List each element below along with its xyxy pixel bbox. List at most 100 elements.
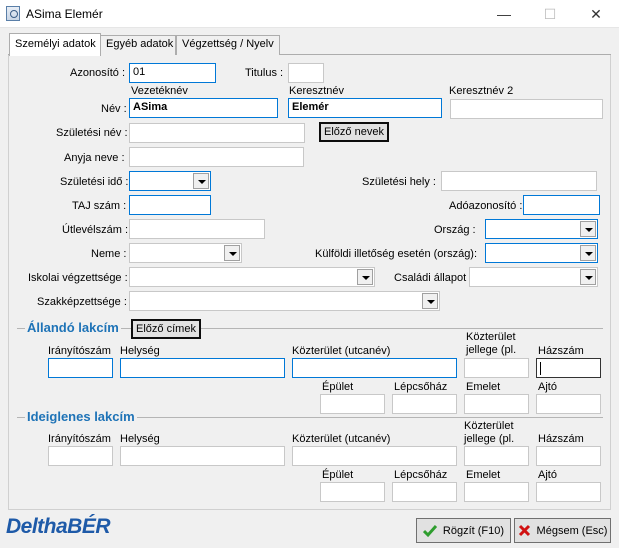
allando-lepcsohaz-label: Lépcsőház bbox=[394, 381, 448, 393]
iskolai-label: Iskolai végzettsége : bbox=[28, 272, 128, 284]
dropdown-arrow-icon[interactable] bbox=[357, 269, 373, 285]
minimize-button[interactable]: — bbox=[481, 0, 527, 28]
elozo-cimek-button[interactable]: Előző címek bbox=[131, 319, 201, 339]
checkmark-icon bbox=[422, 524, 437, 537]
anyja-neve-label: Anyja neve : bbox=[64, 152, 125, 164]
cancel-x-icon bbox=[518, 524, 530, 537]
ideiglenes-lepcsohaz-input[interactable] bbox=[392, 482, 457, 502]
dropdown-arrow-icon[interactable] bbox=[193, 173, 209, 189]
tab-label: Végzettség / Nyelv bbox=[182, 38, 274, 50]
allando-kozterulet-input[interactable] bbox=[292, 358, 457, 378]
elozo-nevek-button[interactable]: Előző nevek bbox=[319, 122, 389, 142]
window-title: ASima Elemér bbox=[26, 7, 103, 21]
tab-szemelyi-adatok[interactable]: Személyi adatok bbox=[9, 33, 101, 56]
dropdown-arrow-icon[interactable] bbox=[422, 293, 438, 309]
ideiglenes-kozterulet-input[interactable] bbox=[292, 446, 457, 466]
maximize-button[interactable]: ☐ bbox=[527, 0, 573, 28]
ideiglenes-emelet-label: Emelet bbox=[466, 469, 501, 481]
szakkepzettseg-label: Szakképzettsége : bbox=[37, 296, 127, 308]
csaladi-select[interactable] bbox=[469, 267, 598, 287]
ideiglenes-epulet-label: Épület bbox=[322, 469, 354, 481]
dropdown-arrow-icon[interactable] bbox=[580, 245, 596, 261]
adoazonosito-input[interactable] bbox=[523, 195, 600, 215]
text-caret bbox=[540, 362, 541, 375]
ideiglenes-emelet-input[interactable] bbox=[464, 482, 529, 502]
allando-epulet-label: Épület bbox=[322, 381, 354, 393]
anyja-neve-input[interactable] bbox=[129, 147, 304, 167]
taj-label: TAJ szám : bbox=[72, 200, 127, 212]
ideiglenes-iranyitoszam-label: Irányítószám bbox=[48, 433, 111, 445]
adoazonosito-label: Adóazonosító : bbox=[449, 200, 523, 212]
tab-label: Személyi adatok bbox=[15, 38, 96, 50]
szuletesi-hely-input[interactable] bbox=[441, 171, 597, 191]
tab-label: Egyéb adatok bbox=[106, 38, 174, 50]
kulfoldi-orszag-select[interactable] bbox=[485, 243, 598, 263]
iskolai-select[interactable] bbox=[129, 267, 375, 287]
ideiglenes-iranyitoszam-input[interactable] bbox=[48, 446, 113, 466]
utlevel-label: Útlevélszám : bbox=[62, 224, 129, 236]
nev-label: Név : bbox=[101, 103, 127, 115]
megsem-label: Mégsem (Esc) bbox=[536, 524, 608, 537]
szuletesi-hely-label: Születési hely : bbox=[362, 176, 436, 188]
allando-lakcim-title: Állandó lakcím bbox=[25, 320, 121, 335]
close-button[interactable]: ✕ bbox=[573, 0, 619, 28]
neme-label: Neme : bbox=[91, 248, 127, 260]
rogzit-button[interactable]: Rögzít (F10) bbox=[416, 518, 511, 543]
szuletesi-ido-picker[interactable] bbox=[129, 171, 211, 191]
allando-lepcsohaz-input[interactable] bbox=[392, 394, 457, 414]
ideiglenes-jellege-input[interactable] bbox=[464, 446, 529, 466]
allando-emelet-input[interactable] bbox=[464, 394, 529, 414]
ideiglenes-lepcsohaz-label: Lépcsőház bbox=[394, 469, 448, 481]
vezeteknev-input[interactable]: ASima bbox=[129, 98, 278, 118]
ideiglenes-hazszam-label: Házszám bbox=[538, 433, 584, 445]
titulus-label: Titulus : bbox=[245, 67, 284, 79]
vezeteknev-caption: Vezetéknév bbox=[131, 85, 188, 97]
azonosito-label: Azonosító : bbox=[70, 67, 126, 79]
szuletesi-nev-input[interactable] bbox=[129, 123, 305, 143]
allando-iranyitoszam-input[interactable] bbox=[48, 358, 113, 378]
app-icon bbox=[6, 6, 20, 21]
dropdown-arrow-icon[interactable] bbox=[580, 269, 596, 285]
dropdown-arrow-icon[interactable] bbox=[580, 221, 596, 237]
ideiglenes-epulet-input[interactable] bbox=[320, 482, 385, 502]
allando-emelet-label: Emelet bbox=[466, 381, 501, 393]
ideiglenes-jellege-label: Közterület jellege (pl. bbox=[464, 420, 515, 445]
title-bar: ASima Elemér — ☐ ✕ bbox=[0, 0, 619, 28]
utlevel-input[interactable] bbox=[129, 219, 265, 239]
ideiglenes-helyseg-input[interactable] bbox=[120, 446, 285, 466]
azonosito-input[interactable]: 01 bbox=[129, 63, 216, 83]
csaladi-label: Családi állapot : bbox=[394, 272, 473, 284]
keresztnev-input[interactable]: Elemér bbox=[288, 98, 442, 118]
titulus-input[interactable] bbox=[288, 63, 324, 83]
megsem-button[interactable]: Mégsem (Esc) bbox=[514, 518, 611, 543]
tab-vegzettseg-nyelv[interactable]: Végzettség / Nyelv bbox=[176, 35, 280, 55]
keresztnev2-input[interactable] bbox=[450, 99, 603, 119]
delthaber-logo: DelthaBÉR bbox=[6, 515, 111, 538]
allando-ajto-input[interactable] bbox=[536, 394, 601, 414]
allando-iranyitoszam-label: Irányítószám bbox=[48, 345, 111, 357]
szakkepzettseg-select[interactable] bbox=[129, 291, 440, 311]
ideiglenes-hazszam-input[interactable] bbox=[536, 446, 601, 466]
orszag-select[interactable] bbox=[485, 219, 598, 239]
ideiglenes-ajto-input[interactable] bbox=[536, 482, 601, 502]
orszag-label: Ország : bbox=[434, 224, 476, 236]
keresztnev-caption: Keresztnév bbox=[289, 85, 345, 97]
ideiglenes-kozterulet-label: Közterület (utcanév) bbox=[292, 433, 391, 445]
ideiglenes-ajto-label: Ajtó bbox=[538, 469, 557, 481]
taj-input[interactable] bbox=[129, 195, 211, 215]
rogzit-label: Rögzít (F10) bbox=[442, 524, 505, 537]
dropdown-arrow-icon[interactable] bbox=[224, 245, 240, 261]
ideiglenes-lakcim-title: Ideiglenes lakcím bbox=[25, 409, 137, 424]
allando-helyseg-label: Helység bbox=[120, 345, 160, 357]
allando-hazszam-input[interactable] bbox=[536, 358, 601, 378]
tab-egyeb-adatok[interactable]: Egyéb adatok bbox=[100, 35, 176, 55]
allando-ajto-label: Ajtó bbox=[538, 381, 557, 393]
allando-jellege-label: Közterület jellege (pl. bbox=[466, 331, 517, 356]
allando-helyseg-input[interactable] bbox=[120, 358, 285, 378]
allando-epulet-input[interactable] bbox=[320, 394, 385, 414]
allando-kozterulet-label: Közterület (utcanév) bbox=[292, 345, 391, 357]
kulfoldi-label: Külföldi illetőség esetén (ország): bbox=[315, 248, 478, 260]
neme-select[interactable] bbox=[129, 243, 242, 263]
szuletesi-nev-label: Születési név : bbox=[56, 127, 128, 139]
allando-jellege-input[interactable] bbox=[464, 358, 529, 378]
